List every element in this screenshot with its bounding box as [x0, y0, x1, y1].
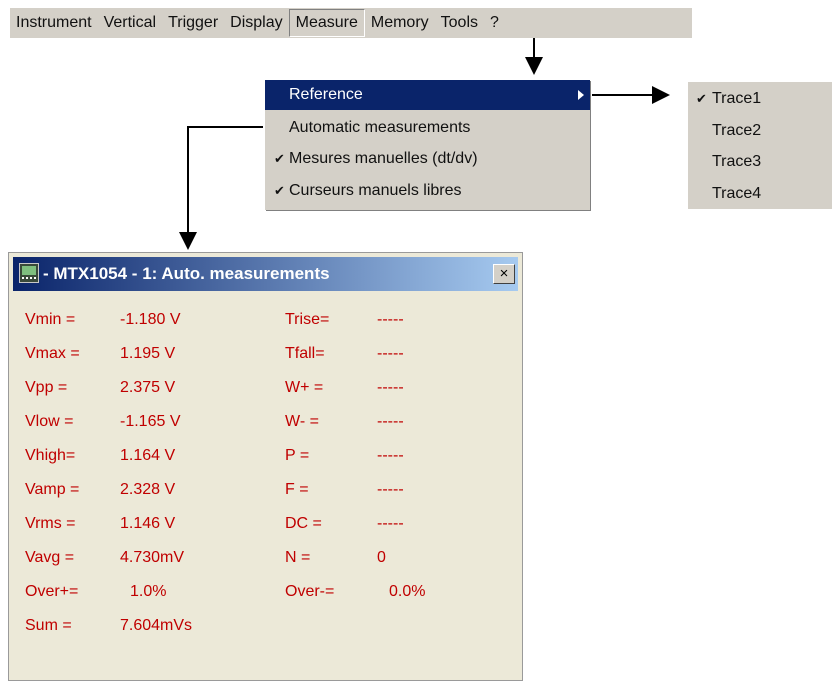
menu-item-label: Reference — [289, 86, 363, 103]
measure-value: 2.328 V — [120, 481, 176, 498]
menu-display[interactable]: Display — [224, 9, 288, 37]
connector-reference-arrowhead — [652, 86, 670, 104]
menu-instrument[interactable]: Instrument — [10, 9, 98, 37]
measure-label: Over+= — [25, 583, 79, 600]
measure-label: Vavg = — [25, 549, 75, 566]
measure-label: Sum = — [25, 617, 72, 634]
measure-label: Vmax = — [25, 345, 80, 362]
measure-label: Vhigh= — [25, 447, 76, 464]
auto-measurements-window: - MTX1054 - 1: Auto. measurements × Vmin… — [8, 252, 523, 681]
measure-label: P = — [285, 447, 310, 464]
menu-item-label: Automatic measurements — [289, 119, 471, 136]
measure-value: -1.180 V — [120, 311, 181, 328]
measure-value: 2.375 V — [120, 379, 176, 396]
measure-value: ----- — [377, 379, 404, 396]
measure-value: ----- — [377, 345, 404, 362]
window-title: - MTX1054 - 1: Auto. measurements — [43, 264, 330, 283]
measure-value: ----- — [377, 413, 404, 430]
menu-memory[interactable]: Memory — [365, 9, 435, 37]
checkmark-icon: ✔ — [274, 183, 285, 198]
menu-item-automatic-measurements[interactable]: Automatic measurements — [265, 113, 590, 143]
measure-label: Vmin = — [25, 311, 76, 328]
measure-value: 0.0% — [389, 583, 426, 600]
measure-value: -1.165 V — [120, 413, 181, 430]
measure-label: W- = — [285, 413, 319, 430]
menu-item-reference[interactable]: Reference — [265, 80, 590, 110]
measure-label: Over-= — [285, 583, 335, 600]
measure-label: Vamp = — [25, 481, 80, 498]
menu-measure[interactable]: Measure — [288, 9, 365, 37]
measure-value: 0 — [377, 549, 386, 566]
measure-label: Vrms = — [25, 515, 76, 532]
window-titlebar[interactable]: - MTX1054 - 1: Auto. measurements × — [13, 257, 518, 291]
measure-value: ----- — [377, 515, 404, 532]
measure-value: ----- — [377, 447, 404, 464]
measure-value: 4.730mV — [120, 549, 185, 566]
submenu-item-trace2[interactable]: Trace2 — [688, 115, 832, 146]
menu-item-mesures-manuelles[interactable]: ✔ Mesures manuelles (dt/dv) — [265, 144, 590, 174]
measure-value: 7.604mVs — [120, 617, 193, 634]
connector-auto-arrowhead — [179, 232, 197, 250]
measure-dropdown: Reference Automatic measurements ✔ Mesur… — [265, 80, 590, 210]
submenu-item-label: Trace2 — [712, 122, 762, 139]
oscilloscope-icon — [19, 263, 39, 283]
measure-value: ----- — [377, 311, 404, 328]
menu-trigger[interactable]: Trigger — [162, 9, 224, 37]
measure-label: F = — [285, 481, 309, 498]
measure-value: 1.164 V — [120, 447, 176, 464]
measure-label: Vpp = — [25, 379, 68, 396]
submenu-arrow-icon — [578, 90, 584, 100]
submenu-item-trace3[interactable]: Trace3 — [688, 146, 832, 177]
menu-item-label: Mesures manuelles (dt/dv) — [289, 150, 478, 167]
menu-item-label: Curseurs manuels libres — [289, 182, 462, 199]
measure-value: 1.0% — [130, 583, 167, 600]
reference-submenu: ✔ Trace1 Trace2 Trace3 Trace4 — [688, 82, 832, 209]
submenu-item-label: Trace4 — [712, 185, 762, 202]
connector-auto-vertical — [187, 126, 189, 232]
measure-label: Vlow = — [25, 413, 74, 430]
submenu-item-label: Trace1 — [712, 90, 762, 107]
measure-label: W+ = — [285, 379, 324, 396]
submenu-item-trace4[interactable]: Trace4 — [688, 178, 832, 209]
checkmark-icon: ✔ — [696, 91, 707, 106]
submenu-item-trace1[interactable]: ✔ Trace1 — [688, 83, 832, 114]
measure-label: DC = — [285, 515, 322, 532]
connector-auto-horizontal — [187, 126, 263, 128]
measure-label: Trise= — [285, 311, 330, 328]
menu-help[interactable]: ? — [484, 9, 505, 37]
checkmark-icon: ✔ — [274, 151, 285, 166]
connector-memory-arrowhead — [525, 57, 543, 75]
measure-label: Tfall= — [285, 345, 325, 362]
measure-value: 1.195 V — [120, 345, 176, 362]
menu-bar: Instrument Vertical Trigger Display Meas… — [10, 8, 692, 38]
submenu-item-label: Trace3 — [712, 153, 762, 170]
menu-tools[interactable]: Tools — [435, 9, 484, 37]
measure-value: ----- — [377, 481, 404, 498]
measure-label: N = — [285, 549, 311, 566]
menu-item-curseurs-manuels[interactable]: ✔ Curseurs manuels libres — [265, 176, 590, 206]
connector-memory-line — [533, 38, 535, 58]
measure-value: 1.146 V — [120, 515, 176, 532]
close-button[interactable]: × — [493, 264, 515, 284]
menu-vertical[interactable]: Vertical — [98, 9, 162, 37]
connector-reference-line — [592, 94, 654, 96]
